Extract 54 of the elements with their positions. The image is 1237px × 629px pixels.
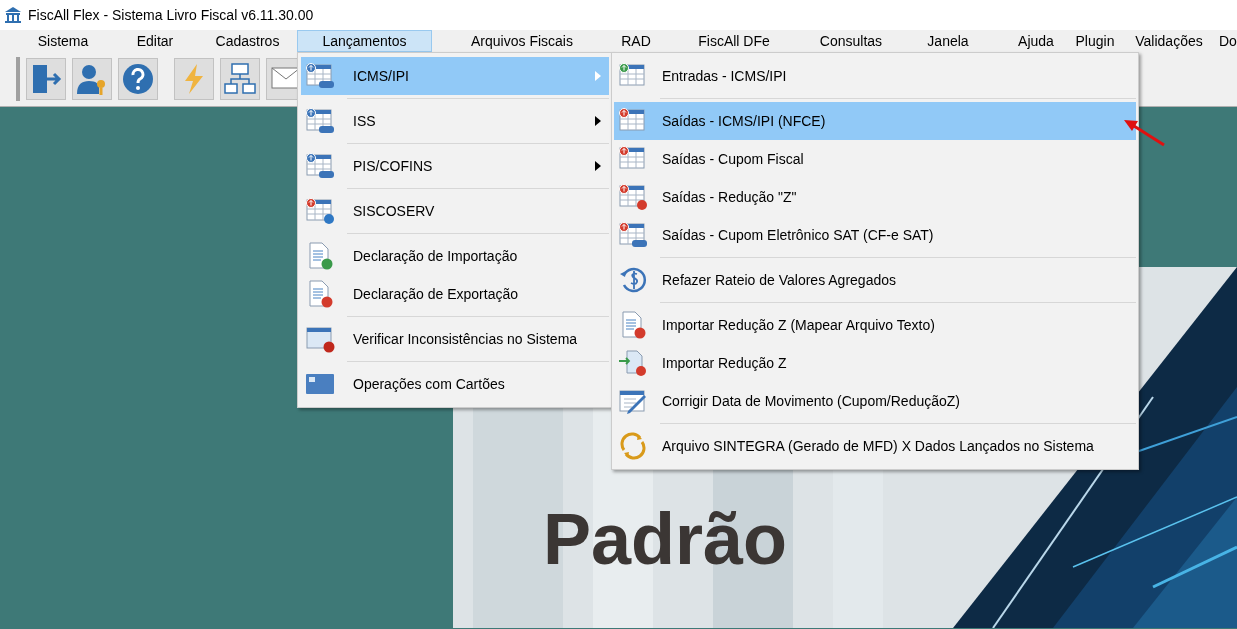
menu-bar-item[interactable]: RAD (612, 30, 660, 52)
document-arrow-icon (618, 349, 648, 377)
spreadsheet-icon (305, 152, 335, 180)
diagram-icon[interactable] (220, 58, 260, 100)
menu-item[interactable]: ICMS/IPI (301, 57, 609, 95)
dollar-refresh-icon (618, 266, 648, 294)
user-key-icon[interactable] (72, 58, 112, 100)
window-title: FiscAll Flex - Sistema Livro Fiscal v6.11.30.00 (28, 5, 314, 25)
menu-item[interactable]: Saídas - ICMS/IPI (NFCE) (614, 102, 1136, 140)
menu-item[interactable]: Saídas - Redução "Z" (614, 178, 1136, 216)
menu-item[interactable]: Importar Redução Z (Mapear Arquivo Texto) (614, 306, 1136, 344)
exit-icon[interactable] (26, 58, 66, 100)
menu-bar-item[interactable]: Sistema (14, 30, 112, 52)
menu-item[interactable]: Verificar Inconsistências no Sistema (301, 320, 609, 358)
banner-heading: Padrão (543, 498, 788, 581)
spreadsheet-icon (305, 197, 335, 225)
menu-bar-item[interactable]: Arquivos Fiscais (432, 30, 612, 52)
menu-bar-item[interactable]: Editar (112, 30, 198, 52)
window-warning-icon (305, 325, 335, 353)
menu-item[interactable]: PIS/COFINS (301, 147, 609, 185)
menu-item[interactable]: Saídas - Cupom Fiscal (614, 140, 1136, 178)
menu-bar-item[interactable]: Validações (1120, 30, 1218, 52)
menu-item[interactable]: Arquivo SINTEGRA (Gerado de MFD) X Dados Lançados no Sistema (614, 427, 1136, 465)
menu-item[interactable]: SISCOSERV (301, 192, 609, 230)
menu-item[interactable]: Refazer Rateio de Valores Agregados (614, 261, 1136, 299)
spreadsheet-icon (305, 107, 335, 135)
menu-item[interactable]: ISS (301, 102, 609, 140)
toolbar-grip[interactable] (16, 57, 20, 101)
help-icon[interactable] (118, 58, 158, 100)
spreadsheet-icon (618, 221, 648, 249)
menu-item[interactable]: Declaração de Importação (301, 237, 609, 275)
menu-item[interactable]: Corrigir Data de Movimento (Cupom/ReduçãoZ) (614, 382, 1136, 420)
menu-bar-item[interactable]: Lançamentos (297, 30, 432, 52)
menu-item[interactable]: Entradas - ICMS/IPI (614, 57, 1136, 95)
sync-arrows-icon (618, 432, 648, 460)
submenu-arrow-icon (595, 71, 601, 81)
menu-item[interactable]: Saídas - Cupom Eletrônico SAT (CF-e SAT) (614, 216, 1136, 254)
menu-bar-item[interactable]: Ajuda (1002, 30, 1070, 52)
spreadsheet-icon (305, 62, 335, 90)
calendar-pencil-icon (618, 387, 648, 415)
menu-item[interactable]: Importar Redução Z (614, 344, 1136, 382)
menu-item[interactable]: Declaração de Exportação (301, 275, 609, 313)
annotation-arrow (1122, 117, 1166, 147)
menu-item[interactable]: Operações com Cartões (301, 365, 609, 403)
menu-bar-item[interactable]: Do (1218, 30, 1237, 52)
app-logo-icon (4, 6, 22, 24)
menu-bar-item[interactable]: Janela (894, 30, 1002, 52)
menu-bar-item[interactable]: Cadastros (198, 30, 297, 52)
submenu-arrow-icon (595, 161, 601, 171)
spreadsheet-icon (618, 183, 648, 211)
menu-bar-item[interactable]: FiscAll DFe (660, 30, 808, 52)
menu-bar-item[interactable]: Consultas (808, 30, 894, 52)
menu-bar-item[interactable]: Plugin (1070, 30, 1120, 52)
submenu-arrow-icon (595, 116, 601, 126)
